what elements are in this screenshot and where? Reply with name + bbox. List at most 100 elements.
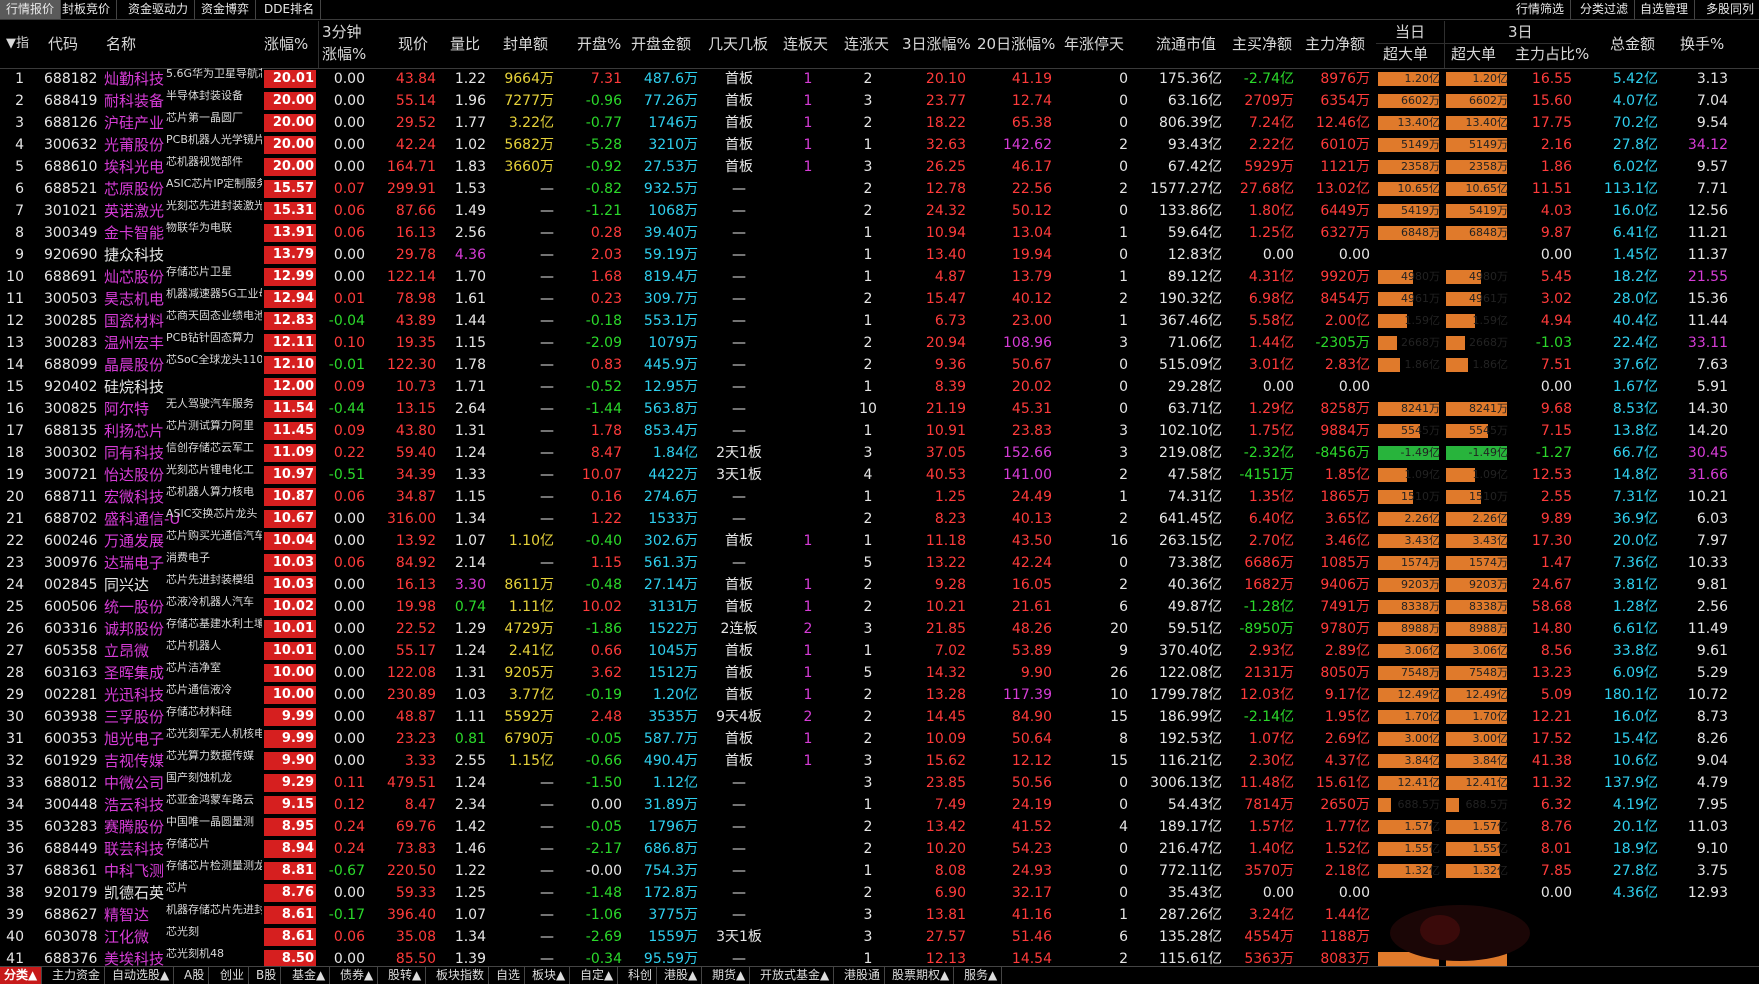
bottom-tab[interactable]: 债券▲: [336, 967, 379, 984]
stock-name[interactable]: 捷众科技: [104, 244, 164, 266]
table-row[interactable]: 3 688126 沪硅产业 芯片第一晶圆厂 20.00 0.00 29.52 1.77 3.22…: [0, 112, 1759, 134]
table-row[interactable]: 37 688361中科飞测存储芯片检测量测龙头 8.81 -0.67 220.50 1.2…: [0, 860, 1759, 882]
col-today-group[interactable]: 当日: [1395, 23, 1425, 41]
stock-name-cell[interactable]: 光迅科技 芯片通信液冷: [104, 684, 262, 706]
stock-name[interactable]: 灿勤科技: [104, 68, 164, 90]
stock-code[interactable]: 603316: [44, 618, 104, 640]
btn-category-filter[interactable]: 分类过滤: [1574, 0, 1636, 19]
stock-code[interactable]: 300976: [44, 552, 104, 574]
table-row[interactable]: 11 300503昊志机电机器减速器5G工业母机 12.94 0.01 78.98 1.6…: [0, 288, 1759, 310]
bottom-tab[interactable]: 基金▲: [288, 967, 331, 984]
col-main-net[interactable]: 主力净额: [1305, 35, 1365, 53]
stock-code[interactable]: 300825: [44, 398, 104, 420]
stock-name[interactable]: 旭光电子: [104, 728, 164, 750]
bottom-tab[interactable]: 主力资金: [48, 967, 106, 984]
stock-name[interactable]: 国瓷材料: [104, 310, 164, 332]
bottom-tab[interactable]: 科创: [624, 967, 658, 984]
stock-name[interactable]: 达瑞电子: [104, 552, 164, 574]
bottom-tab[interactable]: 服务▲: [960, 967, 1003, 984]
stock-name-cell[interactable]: 国瓷材料 芯商天固态业绩电池: [104, 310, 262, 332]
stock-name-cell[interactable]: 阿尔特 无人驾驶汽车服务: [104, 398, 262, 420]
stock-name[interactable]: 怡达股份: [104, 464, 164, 486]
stock-code[interactable]: 300349: [44, 222, 104, 244]
stock-code[interactable]: 603078: [44, 926, 104, 948]
stock-code[interactable]: 603283: [44, 816, 104, 838]
stock-name-cell[interactable]: 晶晨股份 芯SoC全球龙头110: [104, 354, 262, 376]
table-row[interactable]: 8 300349 金卡智能 物联华为电联 13.91 0.06 16.13 2.56 — 0.28…: [0, 222, 1759, 244]
table-row[interactable]: 32 601929 吉视传媒 芯光算力数据传媒 9.90 0.00 3.33 2.55 1.15…: [0, 750, 1759, 772]
stock-code[interactable]: 688135: [44, 420, 104, 442]
stock-name[interactable]: 凯德石英: [104, 882, 164, 904]
stock-name[interactable]: 江化微: [104, 926, 149, 948]
stock-name-cell[interactable]: 诚邦股份 存储芯基建水利土壤: [104, 618, 262, 640]
table-row[interactable]: 34 300448 浩云科技 芯亚金鸿蒙车路云 9.15 0.12 8.47 2.34 — 0.0…: [0, 794, 1759, 816]
bottom-tab[interactable]: 股票期权▲: [888, 967, 955, 984]
stock-name[interactable]: 英诺激光: [104, 200, 164, 222]
table-row[interactable]: 13 300283 温州宏丰 PCB钻针固态算力 12.11 0.10 19.35 1.15 —…: [0, 332, 1759, 354]
stock-code[interactable]: 300503: [44, 288, 104, 310]
table-row[interactable]: 30 603938 三孚股份 存储芯材料硅 9.99 0.00 48.87 1.11 5592万…: [0, 706, 1759, 728]
stock-code[interactable]: 688627: [44, 904, 104, 926]
col-3min-line1[interactable]: 3分钟: [322, 23, 362, 41]
table-row[interactable]: 9 920690 捷众科技 13.79 0.00 29.78 4.36 — 2.03 59.19万…: [0, 244, 1759, 266]
table-row[interactable]: 20 688711 宏微科技 芯机器人算力核电 10.87 0.06 34.87 1.15 — 0…: [0, 486, 1759, 508]
table-row[interactable]: 2 688419 耐科装备 半导体封装设备 20.00 0.00 55.14 1.96 7277…: [0, 90, 1759, 112]
table-row[interactable]: 19 300721 怡达股份 光刻芯片锂电化工 10.97 -0.51 34.39 1.33 —…: [0, 464, 1759, 486]
col-3day-group[interactable]: 3日: [1508, 23, 1533, 41]
bottom-tab[interactable]: 港股▲: [660, 967, 703, 984]
stock-code[interactable]: 688419: [44, 90, 104, 112]
col-20day-change[interactable]: 20日涨幅%: [977, 35, 1055, 53]
stock-name-cell[interactable]: 利扬芯片 芯片测试算力阿里: [104, 420, 262, 442]
stock-code[interactable]: 600353: [44, 728, 104, 750]
stock-name-cell[interactable]: 灿勤科技5.6G华为卫星导航芯片: [104, 68, 262, 90]
stock-code[interactable]: 300448: [44, 794, 104, 816]
bottom-tab[interactable]: 自定▲: [576, 967, 619, 984]
stock-name[interactable]: 统一股份: [104, 596, 164, 618]
table-row[interactable]: 26 603316 诚邦股份 存储芯基建水利土壤 10.01 0.00 22.52 1.29 4…: [0, 618, 1759, 640]
stock-name-cell[interactable]: 联芸科技 存储芯片: [104, 838, 262, 860]
stock-name-cell[interactable]: 宏微科技 芯机器人算力核电: [104, 486, 262, 508]
stock-name[interactable]: 中科飞测: [104, 860, 164, 882]
table-row[interactable]: 14 688099 晶晨股份 芯SoC全球龙头110 12.10 -0.01 122.30 1…: [0, 354, 1759, 376]
col-volume-ratio[interactable]: 量比: [450, 35, 480, 53]
table-row[interactable]: 16 300825 阿尔特 无人驾驶汽车服务 11.54 -0.44 13.15 2.64 — -…: [0, 398, 1759, 420]
stock-code[interactable]: 605358: [44, 640, 104, 662]
col-active-buy-net[interactable]: 主买净额: [1232, 35, 1292, 53]
stock-name-cell[interactable]: 光莆股份 PCB机器人光学镜片: [104, 134, 262, 156]
tab-fund-driver[interactable]: 资金驱动力: [122, 0, 196, 19]
stock-name-cell[interactable]: 立昂微 芯片机器人: [104, 640, 262, 662]
table-row[interactable]: 1 688182灿勤科技5.6G华为卫星导航芯片 20.01 0.00 43.84 1.2…: [0, 68, 1759, 90]
stock-name-cell[interactable]: 怡达股份 光刻芯片锂电化工: [104, 464, 262, 486]
stock-name[interactable]: 万通发展: [104, 530, 164, 552]
col-3min-line2[interactable]: 涨幅%: [322, 45, 366, 63]
bottom-tab[interactable]: 开放式基金▲: [756, 967, 835, 984]
stock-name[interactable]: 金卡智能: [104, 222, 164, 244]
stock-name[interactable]: 灿芯股份: [104, 266, 164, 288]
stock-code[interactable]: 688702: [44, 508, 104, 530]
stock-name[interactable]: 耐科装备: [104, 90, 164, 112]
stock-code[interactable]: 600246: [44, 530, 104, 552]
bottom-tab[interactable]: 板块指数: [432, 967, 490, 984]
stock-name[interactable]: 温州宏丰: [104, 332, 164, 354]
stock-name-cell[interactable]: 三孚股份 存储芯材料硅: [104, 706, 262, 728]
table-row[interactable]: 35 603283 赛腾股份 中国唯一晶圆量测 8.95 0.24 69.76 1.42 — -0…: [0, 816, 1759, 838]
col-today-super[interactable]: 超大单: [1383, 45, 1428, 63]
stock-code[interactable]: 688126: [44, 112, 104, 134]
stock-name-cell[interactable]: 凯德石英 芯片: [104, 882, 262, 904]
stock-name[interactable]: 沪硅产业: [104, 112, 164, 134]
stock-name[interactable]: 精智达: [104, 904, 149, 926]
stock-code[interactable]: 688099: [44, 354, 104, 376]
stock-code[interactable]: 688449: [44, 838, 104, 860]
stock-code[interactable]: 601929: [44, 750, 104, 772]
stock-name-cell[interactable]: 同兴达 芯片先进封装模组: [104, 574, 262, 596]
col-index[interactable]: ▼指: [6, 35, 29, 53]
stock-name-cell[interactable]: 中微公司 国产刻蚀机龙: [104, 772, 262, 794]
stock-name-cell[interactable]: 精智达 机器存储芯片先进封装: [104, 904, 262, 926]
stock-name-cell[interactable]: 昊志机电机器减速器5G工业母机: [104, 288, 262, 310]
table-row[interactable]: 33 688012 中微公司 国产刻蚀机龙 9.29 0.11 479.51 1.24 — -1.…: [0, 772, 1759, 794]
col-price[interactable]: 现价: [398, 35, 428, 53]
stock-name-cell[interactable]: 金卡智能 物联华为电联: [104, 222, 262, 244]
bottom-tab[interactable]: 自动选股▲: [108, 967, 175, 984]
bottom-tab[interactable]: 期货▲: [708, 967, 751, 984]
stock-name[interactable]: 三孚股份: [104, 706, 164, 728]
